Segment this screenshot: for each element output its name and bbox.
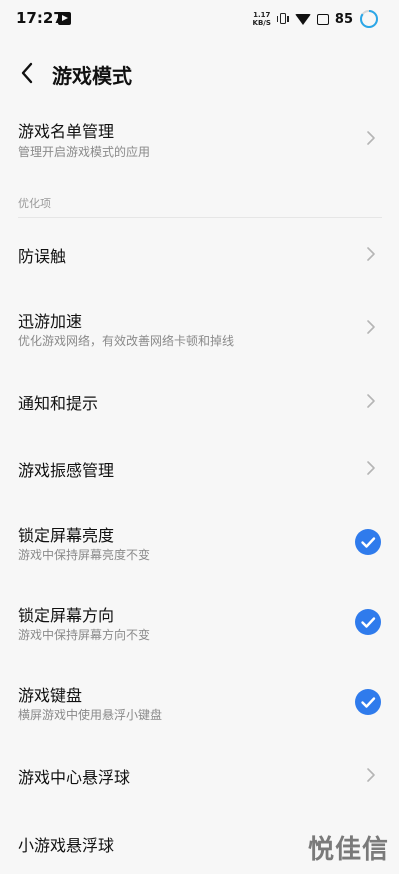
- lock-orientation-checkbox[interactable]: [355, 609, 381, 635]
- notifications-row[interactable]: 通知和提示: [0, 376, 399, 426]
- lock-orientation-row[interactable]: 锁定屏幕方向 游戏中保持屏幕方向不变: [0, 592, 399, 652]
- page-title: 游戏模式: [52, 64, 132, 88]
- vibration-row[interactable]: 游戏振感管理: [0, 444, 399, 494]
- lock-orientation-subtitle: 游戏中保持屏幕方向不变: [18, 628, 151, 642]
- network-speed-value: 1.17: [253, 11, 271, 19]
- status-time: 17:27: [16, 9, 64, 27]
- lock-brightness-title: 锁定屏幕亮度: [18, 526, 115, 545]
- back-arrow-icon: [21, 62, 33, 84]
- xunyou-subtitle: 优化游戏网络，有效改善网络卡顿和掉线: [18, 334, 235, 348]
- game-list-row[interactable]: 游戏名单管理 管理开启游戏模式的应用: [0, 110, 399, 174]
- game-center-ball-title: 游戏中心悬浮球: [18, 768, 131, 787]
- chevron-right-icon: [367, 247, 375, 261]
- chevron-right-icon: [367, 461, 375, 475]
- section-label-optimization: 优化项: [18, 197, 51, 210]
- game-keyboard-subtitle: 横屏游戏中使用悬浮小键盘: [18, 708, 163, 722]
- game-list-title: 游戏名单管理: [18, 122, 115, 141]
- game-keyboard-row[interactable]: 游戏键盘 横屏游戏中使用悬浮小键盘: [0, 672, 399, 732]
- status-bar: 17:27 1.17 KB/S 85: [0, 0, 399, 38]
- header: 游戏模式: [0, 52, 399, 96]
- game-center-ball-row[interactable]: 游戏中心悬浮球: [0, 750, 399, 800]
- game-list-subtitle: 管理开启游戏模式的应用: [18, 145, 151, 159]
- back-button[interactable]: [12, 58, 42, 88]
- lock-brightness-row[interactable]: 锁定屏幕亮度 游戏中保持屏幕亮度不变: [0, 512, 399, 572]
- xunyou-acceleration-row[interactable]: 迅游加速 优化游戏网络，有效改善网络卡顿和掉线: [0, 298, 399, 358]
- chevron-right-icon: [367, 394, 375, 408]
- battery-ring-icon: [360, 10, 378, 28]
- vibrate-icon: [276, 12, 289, 26]
- watermark: 悦佳信: [307, 835, 389, 865]
- vibration-title: 游戏振感管理: [18, 461, 115, 480]
- check-icon: [361, 697, 376, 708]
- battery-icon: [316, 13, 329, 25]
- game-keyboard-title: 游戏键盘: [18, 686, 83, 705]
- game-keyboard-checkbox[interactable]: [355, 689, 381, 715]
- chevron-right-icon: [367, 320, 375, 334]
- media-play-icon: [58, 12, 71, 25]
- lock-orientation-title: 锁定屏幕方向: [18, 606, 115, 625]
- mini-game-ball-title: 小游戏悬浮球: [18, 836, 115, 855]
- chevron-right-icon: [367, 131, 375, 145]
- battery-percent: 85: [334, 11, 353, 27]
- notifications-title: 通知和提示: [18, 394, 99, 413]
- xunyou-title: 迅游加速: [18, 312, 83, 331]
- wifi-icon: [294, 13, 311, 25]
- anti-touch-row[interactable]: 防误触: [0, 230, 399, 280]
- lock-brightness-checkbox[interactable]: [355, 529, 381, 555]
- anti-touch-title: 防误触: [18, 247, 67, 266]
- status-icons: 1.17 KB/S 85: [253, 6, 379, 32]
- network-speed-unit: KB/S: [252, 19, 271, 27]
- check-icon: [361, 617, 376, 628]
- chevron-right-icon: [367, 768, 375, 782]
- check-icon: [361, 537, 376, 548]
- section-divider: [18, 217, 382, 218]
- network-speed: 1.17 KB/S: [253, 11, 271, 27]
- lock-brightness-subtitle: 游戏中保持屏幕亮度不变: [18, 548, 151, 562]
